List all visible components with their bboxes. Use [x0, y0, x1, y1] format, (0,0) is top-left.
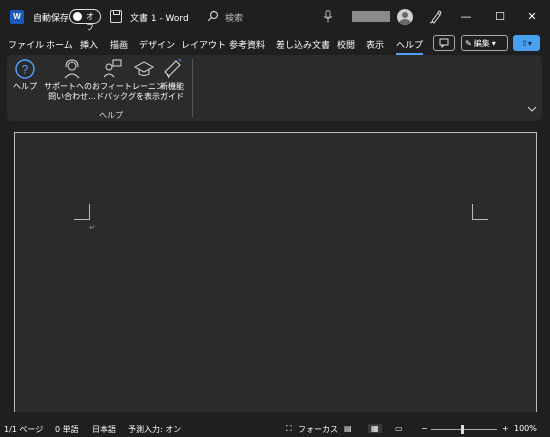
comments-button[interactable] [433, 35, 455, 51]
whats-new-button[interactable]: 新機能 ガイド [160, 58, 184, 102]
microphone-icon[interactable] [323, 10, 333, 23]
close-icon[interactable]: ✕ [521, 6, 543, 26]
title-bar: W 自動保存 オフ 文書 1 - Word 検索 — ☐ ✕ [0, 0, 550, 34]
share-button[interactable]: ⇪▾ [513, 35, 540, 51]
word-count[interactable]: 0 単語 [55, 424, 79, 435]
margin-corner-left [74, 204, 90, 220]
tab-view[interactable]: 表示 [366, 38, 384, 51]
support-headset-icon [64, 59, 80, 79]
save-icon[interactable] [110, 10, 122, 23]
maximize-icon[interactable]: ☐ [489, 6, 511, 26]
search-input[interactable]: 検索 [225, 11, 243, 24]
pen-icon[interactable] [429, 9, 443, 24]
edit-pen-icon: ✎ [465, 38, 472, 48]
minimize-icon[interactable]: — [455, 6, 477, 26]
account-name[interactable] [352, 11, 390, 22]
search-icon[interactable] [207, 10, 219, 22]
contact-support-label-1: サポートへのお [44, 82, 100, 91]
svg-text:?: ? [22, 63, 29, 77]
ribbon-panel: ? ヘルプ サポートへのお 問い合わせ... フィー ドバック トレーニン グを… [7, 55, 542, 121]
tab-design[interactable]: デザイン [139, 38, 175, 51]
contact-support-button[interactable]: サポートへのお 問い合わせ... [44, 58, 100, 102]
tab-draw[interactable]: 描画 [110, 38, 128, 51]
comment-icon [439, 38, 449, 49]
toggle-knob [73, 12, 82, 21]
autosave-state: オフ [86, 12, 94, 32]
page-count[interactable]: 1/1 ページ [4, 424, 43, 435]
paragraph-mark: ↵ [89, 223, 96, 232]
whats-new-label-1: 新機能 [160, 82, 184, 91]
feedback-label-1: フィー [100, 82, 124, 91]
autosave-label: 自動保存 [33, 14, 70, 24]
document-title[interactable]: 文書 1 - Word [130, 11, 189, 24]
training-mortarboard-icon [133, 61, 155, 76]
zoom-level[interactable]: 100% [514, 424, 537, 433]
word-logo-icon: W [10, 10, 24, 24]
megaphone-icon [164, 58, 182, 79]
zoom-slider-thumb[interactable] [461, 425, 464, 434]
contact-support-label-2: 問い合わせ... [48, 92, 96, 101]
status-bar: 1/1 ページ 0 単語 日本語 予測入力: オン ⛶ フォーカス ▤ ▦ ▭ … [0, 421, 550, 437]
avatar[interactable] [397, 9, 413, 25]
tab-insert[interactable]: 挿入 [80, 38, 98, 51]
zoom-in-button[interactable]: + [502, 424, 509, 433]
focus-mode-button[interactable]: フォーカス [298, 424, 338, 435]
margin-corner-right [472, 204, 488, 220]
web-layout-icon[interactable]: ▭ [395, 424, 403, 433]
collapse-ribbon-icon[interactable] [527, 105, 537, 113]
feedback-icon [103, 59, 122, 78]
tab-home[interactable]: ホーム [46, 38, 73, 51]
tab-help[interactable]: ヘルプ [396, 38, 424, 55]
language-indicator[interactable]: 日本語 [92, 424, 116, 435]
focus-icon[interactable]: ⛶ [286, 424, 292, 434]
editing-mode-button[interactable]: ✎ 編集 ▾ [461, 35, 508, 51]
document-page[interactable]: ↵ [14, 132, 537, 412]
share-icon: ⇪▾ [521, 38, 532, 48]
document-canvas[interactable]: ↵ [0, 122, 550, 422]
show-training-button[interactable]: トレーニン グを表示 [124, 58, 164, 102]
read-mode-icon[interactable]: ▤ [344, 424, 352, 433]
tab-references[interactable]: 参考資料 [229, 38, 265, 51]
group-divider [192, 59, 193, 117]
help-icon: ? [15, 59, 35, 79]
training-label-2: グを表示 [128, 92, 160, 101]
tab-review[interactable]: 校閲 [337, 38, 355, 51]
training-label-1: トレーニン [124, 82, 164, 91]
whats-new-label-2: ガイド [160, 92, 184, 101]
editing-mode-label: 編集 [473, 38, 490, 48]
autosave-toggle[interactable]: オフ [69, 9, 101, 32]
ribbon-group-label: ヘルプ [99, 111, 123, 120]
help-label: ヘルプ [13, 82, 37, 91]
zoom-slider[interactable] [431, 429, 497, 430]
chevron-down-icon: ▾ [491, 38, 496, 48]
zoom-out-button[interactable]: − [421, 424, 428, 433]
tab-file[interactable]: ファイル [8, 38, 44, 51]
tab-layout[interactable]: レイアウト [181, 38, 226, 51]
predictive-text-status[interactable]: 予測入力: オン [128, 424, 181, 435]
help-button[interactable]: ? ヘルプ [13, 58, 37, 92]
print-layout-icon[interactable]: ▦ [368, 424, 382, 433]
tab-mailings[interactable]: 差し込み文書 [276, 38, 330, 51]
